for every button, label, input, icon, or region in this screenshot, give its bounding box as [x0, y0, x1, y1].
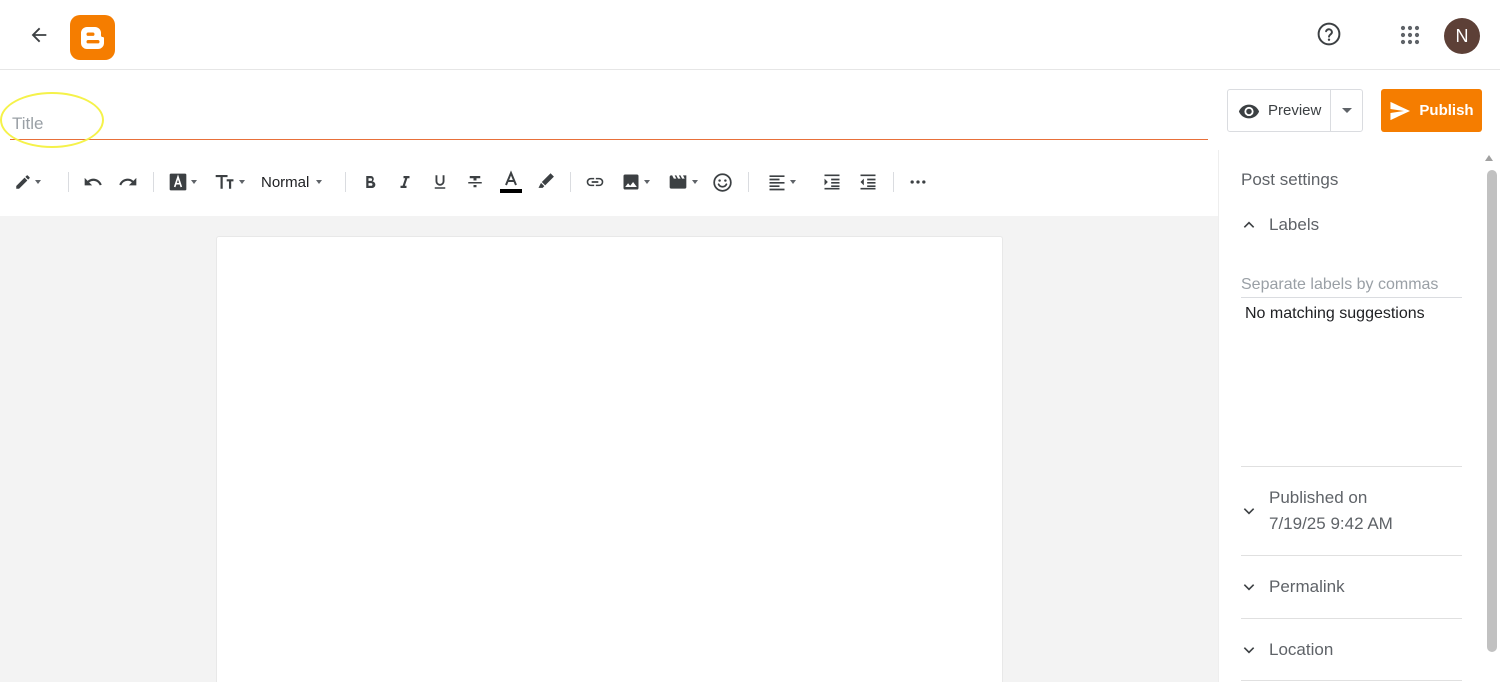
- caret-down-icon: [35, 180, 41, 184]
- app-bar: [0, 0, 1500, 70]
- toolbar-separator: [570, 172, 571, 192]
- strikethrough-button[interactable]: [466, 160, 484, 204]
- chevron-down-icon: [1241, 503, 1269, 519]
- caret-down-icon: [316, 180, 323, 184]
- font-button[interactable]: [168, 160, 197, 204]
- section-divider: [1241, 680, 1462, 681]
- publish-button[interactable]: Publish: [1381, 89, 1482, 132]
- labels-suggestions: No matching suggestions: [1245, 305, 1425, 322]
- undo-icon: [84, 177, 102, 186]
- font-icon: [169, 173, 187, 191]
- panel-scrollbar-thumb[interactable]: [1487, 170, 1497, 652]
- publish-label: Publish: [1419, 102, 1474, 119]
- undo-button[interactable]: [83, 160, 103, 204]
- toolbar-separator: [345, 172, 346, 192]
- blogger-logo[interactable]: [70, 15, 115, 60]
- apps-grid-icon: [1400, 25, 1420, 45]
- google-apps-button[interactable]: [1393, 18, 1427, 52]
- editor-toolbar: Normal: [0, 160, 1218, 204]
- more-horizontal-icon: [910, 180, 926, 184]
- labels-section-toggle[interactable]: Labels: [1241, 212, 1462, 238]
- video-icon: [669, 175, 687, 189]
- help-button[interactable]: [1312, 17, 1346, 51]
- image-icon: [623, 174, 639, 190]
- highlighter-icon: [538, 173, 554, 188]
- caret-down-icon: [1341, 108, 1352, 113]
- caret-down-icon: [239, 180, 245, 184]
- arrow-back-icon: [31, 27, 47, 43]
- preview-dropdown-button[interactable]: [1330, 90, 1362, 131]
- align-left-icon: [769, 175, 785, 191]
- send-icon: [1390, 101, 1411, 120]
- text-color-icon: [500, 170, 522, 193]
- location-label: Location: [1269, 640, 1334, 659]
- compose-mode-button[interactable]: [14, 160, 41, 204]
- post-title-input[interactable]: [10, 110, 1208, 140]
- insert-link-button[interactable]: [584, 160, 606, 204]
- location-section-toggle[interactable]: Location: [1241, 637, 1462, 663]
- toolbar-separator: [153, 172, 154, 192]
- blogger-logo-icon: [80, 26, 104, 49]
- insert-image-button[interactable]: [621, 160, 650, 204]
- redo-icon: [119, 177, 137, 186]
- labels-section-label: Labels: [1269, 215, 1320, 234]
- indent-button[interactable]: [822, 160, 842, 204]
- published-on-section-toggle[interactable]: Published on 7/19/25 9:42 AM: [1241, 484, 1462, 538]
- paragraph-style-select[interactable]: Normal: [261, 160, 323, 204]
- scroll-up-arrow[interactable]: [1485, 155, 1493, 161]
- indent-decrease-icon: [860, 174, 876, 190]
- insert-emoji-button[interactable]: [712, 160, 733, 204]
- font-size-button[interactable]: [214, 160, 245, 204]
- toolbar-separator: [748, 172, 749, 192]
- alignment-button[interactable]: [767, 160, 796, 204]
- post-body-editor[interactable]: [216, 236, 1003, 682]
- underline-button[interactable]: [431, 160, 449, 204]
- bold-button[interactable]: [361, 160, 379, 204]
- preview-button[interactable]: Preview: [1228, 90, 1330, 131]
- eye-icon: [1238, 104, 1260, 118]
- caret-down-icon: [692, 180, 698, 184]
- text-size-icon: [215, 174, 234, 189]
- labels-input[interactable]: [1241, 272, 1462, 298]
- insert-video-button[interactable]: [667, 160, 698, 204]
- permalink-label: Permalink: [1269, 577, 1345, 596]
- link-icon: [586, 177, 604, 187]
- chevron-down-icon: [1241, 642, 1269, 658]
- preview-button-group: Preview: [1227, 89, 1363, 132]
- section-divider: [1241, 466, 1462, 467]
- help-icon: [1317, 22, 1341, 46]
- chevron-up-icon: [1241, 217, 1269, 233]
- post-settings-title: Post settings: [1241, 170, 1339, 189]
- caret-down-icon: [790, 180, 796, 184]
- toolbar-separator: [893, 172, 894, 192]
- italic-button[interactable]: [396, 160, 414, 204]
- account-avatar[interactable]: N: [1444, 18, 1480, 54]
- underline-icon: [434, 175, 446, 189]
- published-on-label: Published on: [1269, 488, 1368, 507]
- published-on-value: 7/19/25 9:42 AM: [1269, 514, 1393, 533]
- section-divider: [1241, 618, 1462, 619]
- highlight-color-button[interactable]: [536, 160, 556, 204]
- caret-down-icon: [644, 180, 650, 184]
- indent-increase-icon: [824, 174, 840, 190]
- toolbar-separator: [68, 172, 69, 192]
- section-divider: [1241, 555, 1462, 556]
- redo-button[interactable]: [118, 160, 138, 204]
- back-button[interactable]: [22, 18, 56, 52]
- outdent-button[interactable]: [858, 160, 878, 204]
- bold-icon: [366, 176, 376, 189]
- preview-label: Preview: [1268, 102, 1322, 119]
- chevron-down-icon: [1241, 579, 1269, 595]
- text-color-button[interactable]: [499, 160, 523, 204]
- paragraph-style-label: Normal: [261, 173, 310, 191]
- italic-icon: [400, 176, 410, 188]
- pencil-icon: [16, 175, 30, 189]
- more-options-button[interactable]: [908, 160, 928, 204]
- strikethrough-icon: [468, 176, 482, 188]
- emoji-icon: [713, 172, 732, 192]
- permalink-section-toggle[interactable]: Permalink: [1241, 574, 1462, 600]
- caret-down-icon: [191, 180, 197, 184]
